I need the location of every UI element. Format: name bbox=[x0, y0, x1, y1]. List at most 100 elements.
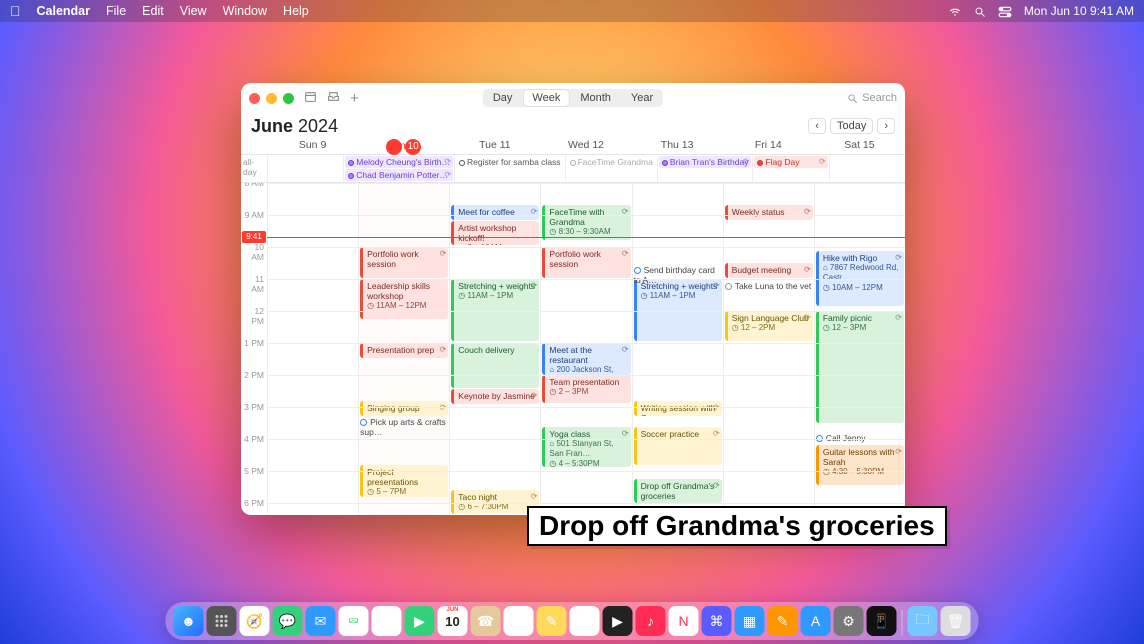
dock-finder-icon[interactable]: ☻ bbox=[174, 606, 204, 636]
allday-event[interactable]: Chad Benjamin Potter…⟳ bbox=[345, 169, 453, 181]
calendar-event[interactable]: Singing group⟳ bbox=[360, 401, 448, 416]
calendar-event[interactable]: Soccer practice⟳ bbox=[634, 427, 722, 465]
dock-maps-icon[interactable]: ⮹ bbox=[339, 606, 369, 636]
menubar-left:  Calendar File Edit View Window Help bbox=[10, 3, 309, 19]
day-column-tue[interactable]: Meet for coffee⟳Artist workshop kickoff!… bbox=[449, 183, 540, 515]
dock-calendar-icon[interactable]: JUN 10 bbox=[438, 606, 468, 636]
dock-news-icon[interactable]: N bbox=[669, 606, 699, 636]
allday-event[interactable]: Flag Day⟳ bbox=[754, 156, 827, 168]
dock-contacts-icon[interactable]: ☎︎ bbox=[471, 606, 501, 636]
view-month[interactable]: Month bbox=[570, 89, 621, 107]
day-column-mon[interactable]: Portfolio work session⟳Leadership skills… bbox=[358, 183, 449, 515]
menu-window[interactable]: Window bbox=[223, 4, 267, 18]
spotlight-icon[interactable] bbox=[974, 4, 986, 18]
dock-music-icon[interactable]: ♪ bbox=[636, 606, 666, 636]
menu-help[interactable]: Help bbox=[283, 4, 309, 18]
calendar-event[interactable]: Portfolio work session⟳ bbox=[360, 247, 448, 278]
calendar-event[interactable]: Artist workshop kickoff!9 – 10AM bbox=[451, 221, 539, 245]
dock-pages-icon[interactable]: ✎ bbox=[768, 606, 798, 636]
view-year[interactable]: Year bbox=[621, 89, 663, 107]
allday-event[interactable]: FaceTime Grandma bbox=[567, 156, 656, 168]
dock-downloads-icon[interactable]: 🗀 bbox=[908, 606, 938, 636]
dock-messages-icon[interactable]: 💬 bbox=[273, 606, 303, 636]
reminder-item[interactable]: Pick up arts & crafts sup… bbox=[360, 417, 448, 437]
calendar-event[interactable]: Couch delivery bbox=[451, 343, 539, 388]
allday-event[interactable]: Melody Cheung's Birth…⟳ bbox=[345, 156, 453, 168]
calendar-event[interactable]: Writing session with Or…⟳ bbox=[634, 401, 722, 416]
add-event-icon[interactable]: + bbox=[350, 90, 359, 107]
menu-view[interactable]: View bbox=[180, 4, 207, 18]
calendar-event[interactable]: Team presentation2 – 3PM bbox=[542, 375, 630, 403]
dock-notes-icon[interactable]: ✎ bbox=[537, 606, 567, 636]
view-day[interactable]: Day bbox=[483, 89, 523, 107]
dock-keynote-icon[interactable]: ▦ bbox=[735, 606, 765, 636]
hour-gridline bbox=[267, 215, 905, 216]
calendar-event[interactable]: Meet at the restaurant200 Jackson St, Sa… bbox=[542, 343, 630, 375]
dock-facetime-icon[interactable]: ▶ bbox=[405, 606, 435, 636]
allday-cell-wed: FaceTime Grandma bbox=[565, 155, 657, 182]
dock-launchpad-icon[interactable] bbox=[207, 606, 237, 636]
year: 2024 bbox=[298, 116, 338, 136]
close-button[interactable] bbox=[249, 93, 260, 104]
all-day-row: all-day Melody Cheung's Birth…⟳Chad Benj… bbox=[241, 155, 905, 183]
calendar-event[interactable]: Meet for coffee⟳ bbox=[451, 205, 539, 220]
menubar-clock[interactable]: Mon Jun 10 9:41 AM bbox=[1024, 4, 1134, 18]
dock-settings-icon[interactable]: ⚙︎ bbox=[834, 606, 864, 636]
hour-label: 1 PM bbox=[241, 338, 267, 370]
dock-reminders-icon[interactable]: ≣ bbox=[504, 606, 534, 636]
hour-label: 11 AM bbox=[241, 274, 267, 306]
calendar-event[interactable]: Budget meeting⟳ bbox=[725, 263, 813, 278]
reminder-item[interactable]: Take Luna to the vet bbox=[725, 281, 813, 291]
inbox-icon[interactable] bbox=[327, 90, 340, 106]
view-week[interactable]: Week bbox=[522, 89, 570, 107]
calendar-event[interactable]: Stretching + weights11AM – 1PM⟳ bbox=[634, 279, 722, 341]
control-center-icon[interactable] bbox=[998, 4, 1012, 18]
calendar-event[interactable]: Drop off Grandma's groceries⟳ bbox=[634, 479, 722, 503]
dock-iphone-mirror-icon[interactable]: 📱 bbox=[867, 606, 897, 636]
next-week-button[interactable]: › bbox=[877, 118, 895, 134]
search-field[interactable]: Search bbox=[847, 92, 897, 104]
day-header-sat: Sat 15 bbox=[814, 139, 905, 155]
day-column-sun[interactable] bbox=[267, 183, 358, 515]
day-column-fri[interactable]: Weekly status⟳ Budget meeting⟳ Sign Langua… bbox=[723, 183, 814, 515]
calendar-event[interactable]: Project presentations5 – 7PM bbox=[360, 465, 448, 497]
minimize-button[interactable] bbox=[266, 93, 277, 104]
allday-event[interactable]: Register for samba class bbox=[456, 156, 564, 168]
app-name[interactable]: Calendar bbox=[37, 4, 91, 18]
menu-file[interactable]: File bbox=[106, 4, 126, 18]
day-column-thu[interactable]: Stretching + weights11AM – 1PM⟳ Writing s… bbox=[632, 183, 723, 515]
calendars-toggle-icon[interactable] bbox=[304, 90, 317, 106]
day-column-wed[interactable]: FaceTime with Grandma8:30 – 9:30AM⟳ Portf… bbox=[540, 183, 631, 515]
reminder-item[interactable]: Send birthday card to A… bbox=[634, 265, 722, 285]
allday-event[interactable]: Brian Tran's Birthday⟳ bbox=[659, 156, 752, 168]
reminder-item[interactable]: Call Jenny bbox=[816, 433, 904, 443]
dock-shortcuts-icon[interactable]: ⌘ bbox=[702, 606, 732, 636]
dock-photos-icon[interactable]: ✿ bbox=[372, 606, 402, 636]
calendar-event[interactable]: Yoga class501 Stanyan St, San Fran…4 – 5… bbox=[542, 427, 630, 467]
day-column-sat[interactable]: Hike with Rigo7867 Redwood Rd, Castr…10A… bbox=[814, 183, 905, 515]
calendar-event[interactable]: Weekly status⟳ bbox=[725, 205, 813, 220]
prev-week-button[interactable]: ‹ bbox=[808, 118, 826, 134]
calendar-event[interactable]: Sign Language Club12 – 2PM⟳ bbox=[725, 311, 813, 341]
dock-mail-icon[interactable]: ✉︎ bbox=[306, 606, 336, 636]
dock-appstore-icon[interactable]: A bbox=[801, 606, 831, 636]
dock-tv-icon[interactable]: ▶︎ bbox=[603, 606, 633, 636]
calendar-event[interactable]: Guitar lessons with Sarah4:30 – 5:30PM⟳ bbox=[816, 445, 904, 485]
calendar-event[interactable]: Presentation prep⟳ bbox=[360, 343, 448, 358]
calendar-event[interactable]: FaceTime with Grandma8:30 – 9:30AM⟳ bbox=[542, 205, 630, 240]
calendar-event[interactable]: Keynote by Jasmine⟳ bbox=[451, 389, 539, 404]
menu-edit[interactable]: Edit bbox=[142, 4, 164, 18]
wifi-icon[interactable] bbox=[948, 4, 962, 19]
calendar-grid[interactable]: 8 AM9 AM10 AM11 AM12 PM1 PM2 PM3 PM4 PM5… bbox=[241, 183, 905, 515]
calendar-event[interactable]: Leadership skills workshop11AM – 12PM bbox=[360, 279, 448, 319]
dock-freeform-icon[interactable]: ✦ bbox=[570, 606, 600, 636]
today-button[interactable]: Today bbox=[830, 118, 873, 134]
dock-safari-icon[interactable]: 🧭 bbox=[240, 606, 270, 636]
allday-cell-mon: Melody Cheung's Birth…⟳Chad Benjamin Pot… bbox=[343, 155, 454, 182]
zoom-button[interactable] bbox=[283, 93, 294, 104]
calendar-event[interactable]: Stretching + weights11AM – 1PM⟳ bbox=[451, 279, 539, 341]
calendar-event[interactable]: Portfolio work session⟳ bbox=[542, 247, 630, 278]
hour-label: 3 PM bbox=[241, 402, 267, 434]
apple-menu-icon[interactable]:  bbox=[10, 3, 21, 19]
dock-trash-icon[interactable]: 🗑 bbox=[941, 606, 971, 636]
